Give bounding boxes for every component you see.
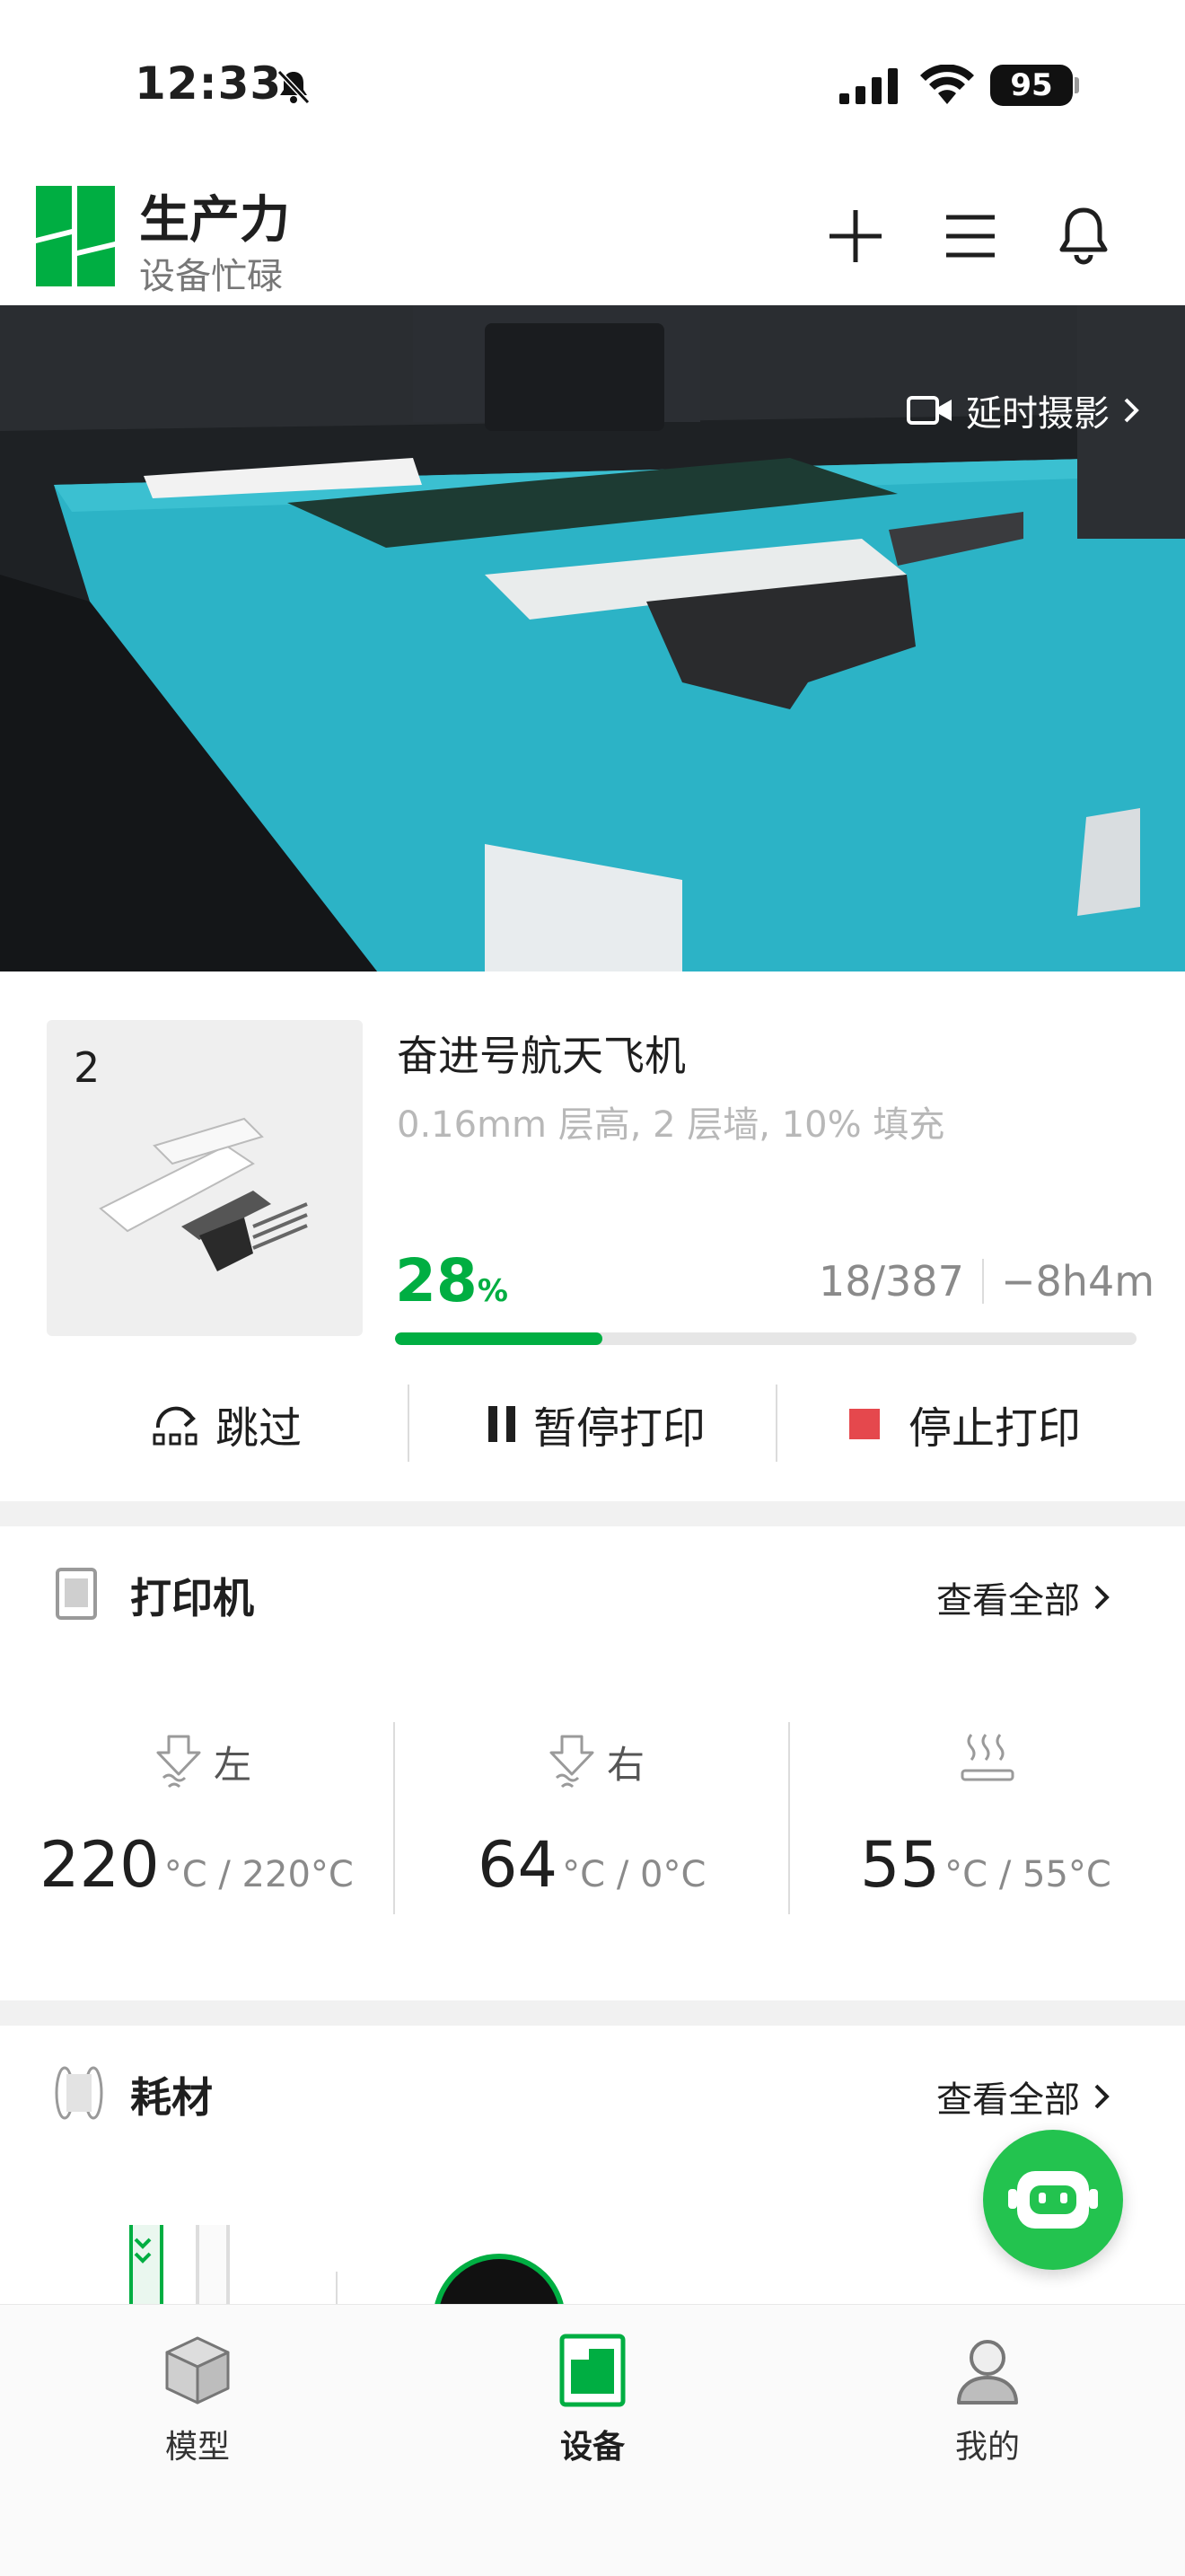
right-nozzle-text: 右 <box>607 1742 645 1787</box>
printer-icon <box>56 1568 97 1620</box>
pause-button[interactable]: 暂停打印 <box>485 1392 706 1456</box>
printer-icon <box>559 2334 626 2407</box>
bell-off-icon <box>276 69 311 105</box>
right-nozzle-label: 右 <box>544 1733 645 1790</box>
plate-number: 2 <box>74 1043 101 1092</box>
app-logo <box>36 186 115 286</box>
right-nozzle-temp[interactable]: 64 °C / 0°C <box>478 1828 706 1902</box>
remaining-time: −8h4m <box>1001 1257 1155 1306</box>
cube-icon <box>165 2336 230 2405</box>
battery-indicator: 95 <box>990 65 1073 106</box>
left-nozzle-target: °C / 220°C <box>163 1854 354 1895</box>
heatbed-icon <box>961 1734 1014 1781</box>
section-divider <box>0 1501 1185 1526</box>
printer-see-all-link[interactable]: 查看全部 <box>936 1571 1110 1623</box>
stop-button[interactable]: 停止打印 <box>847 1392 1081 1456</box>
divider <box>776 1385 777 1462</box>
divider <box>393 1722 395 1914</box>
left-nozzle-text: 左 <box>214 1742 252 1787</box>
pause-icon <box>488 1406 515 1442</box>
divider <box>336 2272 338 2308</box>
tab-me[interactable]: 我的 <box>898 2333 1077 2467</box>
menu-icon[interactable] <box>939 205 1002 268</box>
filament-section-title: 耗材 <box>130 2073 213 2122</box>
see-all-label: 查看全部 <box>936 1580 1080 1622</box>
bed-temp[interactable]: 55 °C / 55°C <box>860 1828 1111 1902</box>
nozzle-icon <box>549 1735 594 1789</box>
pause-label: 暂停打印 <box>533 1403 707 1454</box>
stop-icon <box>849 1409 880 1439</box>
timelapse-button[interactable]: 延时摄影 <box>907 384 1140 436</box>
notification-bell-icon[interactable] <box>1052 205 1115 268</box>
layer-count: 18/387 <box>819 1257 964 1306</box>
skip-button[interactable]: 跳过 <box>151 1392 302 1456</box>
page-title: 生产力 <box>139 191 290 250</box>
skip-icon <box>153 1406 198 1446</box>
tab-devices[interactable]: 设备 <box>503 2333 682 2467</box>
robot-icon <box>1008 2171 1098 2229</box>
left-nozzle-temp[interactable]: 220 °C / 220°C <box>40 1828 354 1902</box>
printer-section-title: 打印机 <box>130 1574 254 1622</box>
skip-label: 跳过 <box>215 1403 303 1454</box>
divider <box>408 1385 409 1462</box>
chevron-right-icon <box>1094 2084 1110 2109</box>
tab-me-label: 我的 <box>954 2429 1020 2466</box>
progress-bar-fill <box>395 1332 603 1345</box>
progress-bar <box>395 1332 1137 1345</box>
nozzle-icon <box>156 1735 201 1789</box>
tab-models-label: 模型 <box>164 2429 230 2466</box>
battery-tip <box>1075 77 1079 93</box>
progress-percent-value: 28 <box>395 1246 478 1315</box>
status-time: 12:33 <box>135 57 283 110</box>
device-status: 设备忙碌 <box>139 256 283 297</box>
filament-spool-icon <box>55 2066 103 2120</box>
job-name: 奋进号航天飞机 <box>397 1032 686 1080</box>
right-nozzle-target: °C / 0°C <box>562 1854 707 1895</box>
chevron-right-icon <box>1094 1585 1110 1610</box>
tab-devices-label: 设备 <box>559 2429 625 2466</box>
timelapse-label: 延时摄影 <box>966 393 1110 435</box>
cell-signal-icon <box>839 68 898 104</box>
left-nozzle-label: 左 <box>151 1733 251 1790</box>
see-all-label: 查看全部 <box>936 2079 1080 2121</box>
video-camera-icon <box>907 396 952 425</box>
divider <box>788 1722 790 1914</box>
section-divider <box>0 2000 1185 2026</box>
divider <box>982 1259 984 1304</box>
wifi-icon <box>920 65 974 104</box>
assistant-button[interactable] <box>983 2130 1123 2270</box>
right-nozzle-current: 64 <box>478 1828 558 1902</box>
chevron-right-icon <box>1124 398 1139 423</box>
progress-percent: 28% <box>395 1246 508 1315</box>
stop-label: 停止打印 <box>908 1403 1082 1454</box>
filament-see-all-link[interactable]: 查看全部 <box>936 2070 1110 2123</box>
filament-slot-active[interactable] <box>129 2225 163 2306</box>
plus-icon[interactable] <box>824 205 887 268</box>
percent-symbol: % <box>477 1273 508 1309</box>
bed-target: °C / 55°C <box>944 1854 1111 1895</box>
user-icon <box>957 2340 1018 2405</box>
bed-current: 55 <box>860 1828 941 1902</box>
filament-slot[interactable] <box>196 2225 230 2306</box>
job-params: 0.16mm 层高, 2 层墙, 10% 填充 <box>397 1104 945 1146</box>
tab-models[interactable]: 模型 <box>108 2333 287 2467</box>
chevron-down-icon <box>134 2238 152 2264</box>
left-nozzle-current: 220 <box>40 1828 160 1902</box>
